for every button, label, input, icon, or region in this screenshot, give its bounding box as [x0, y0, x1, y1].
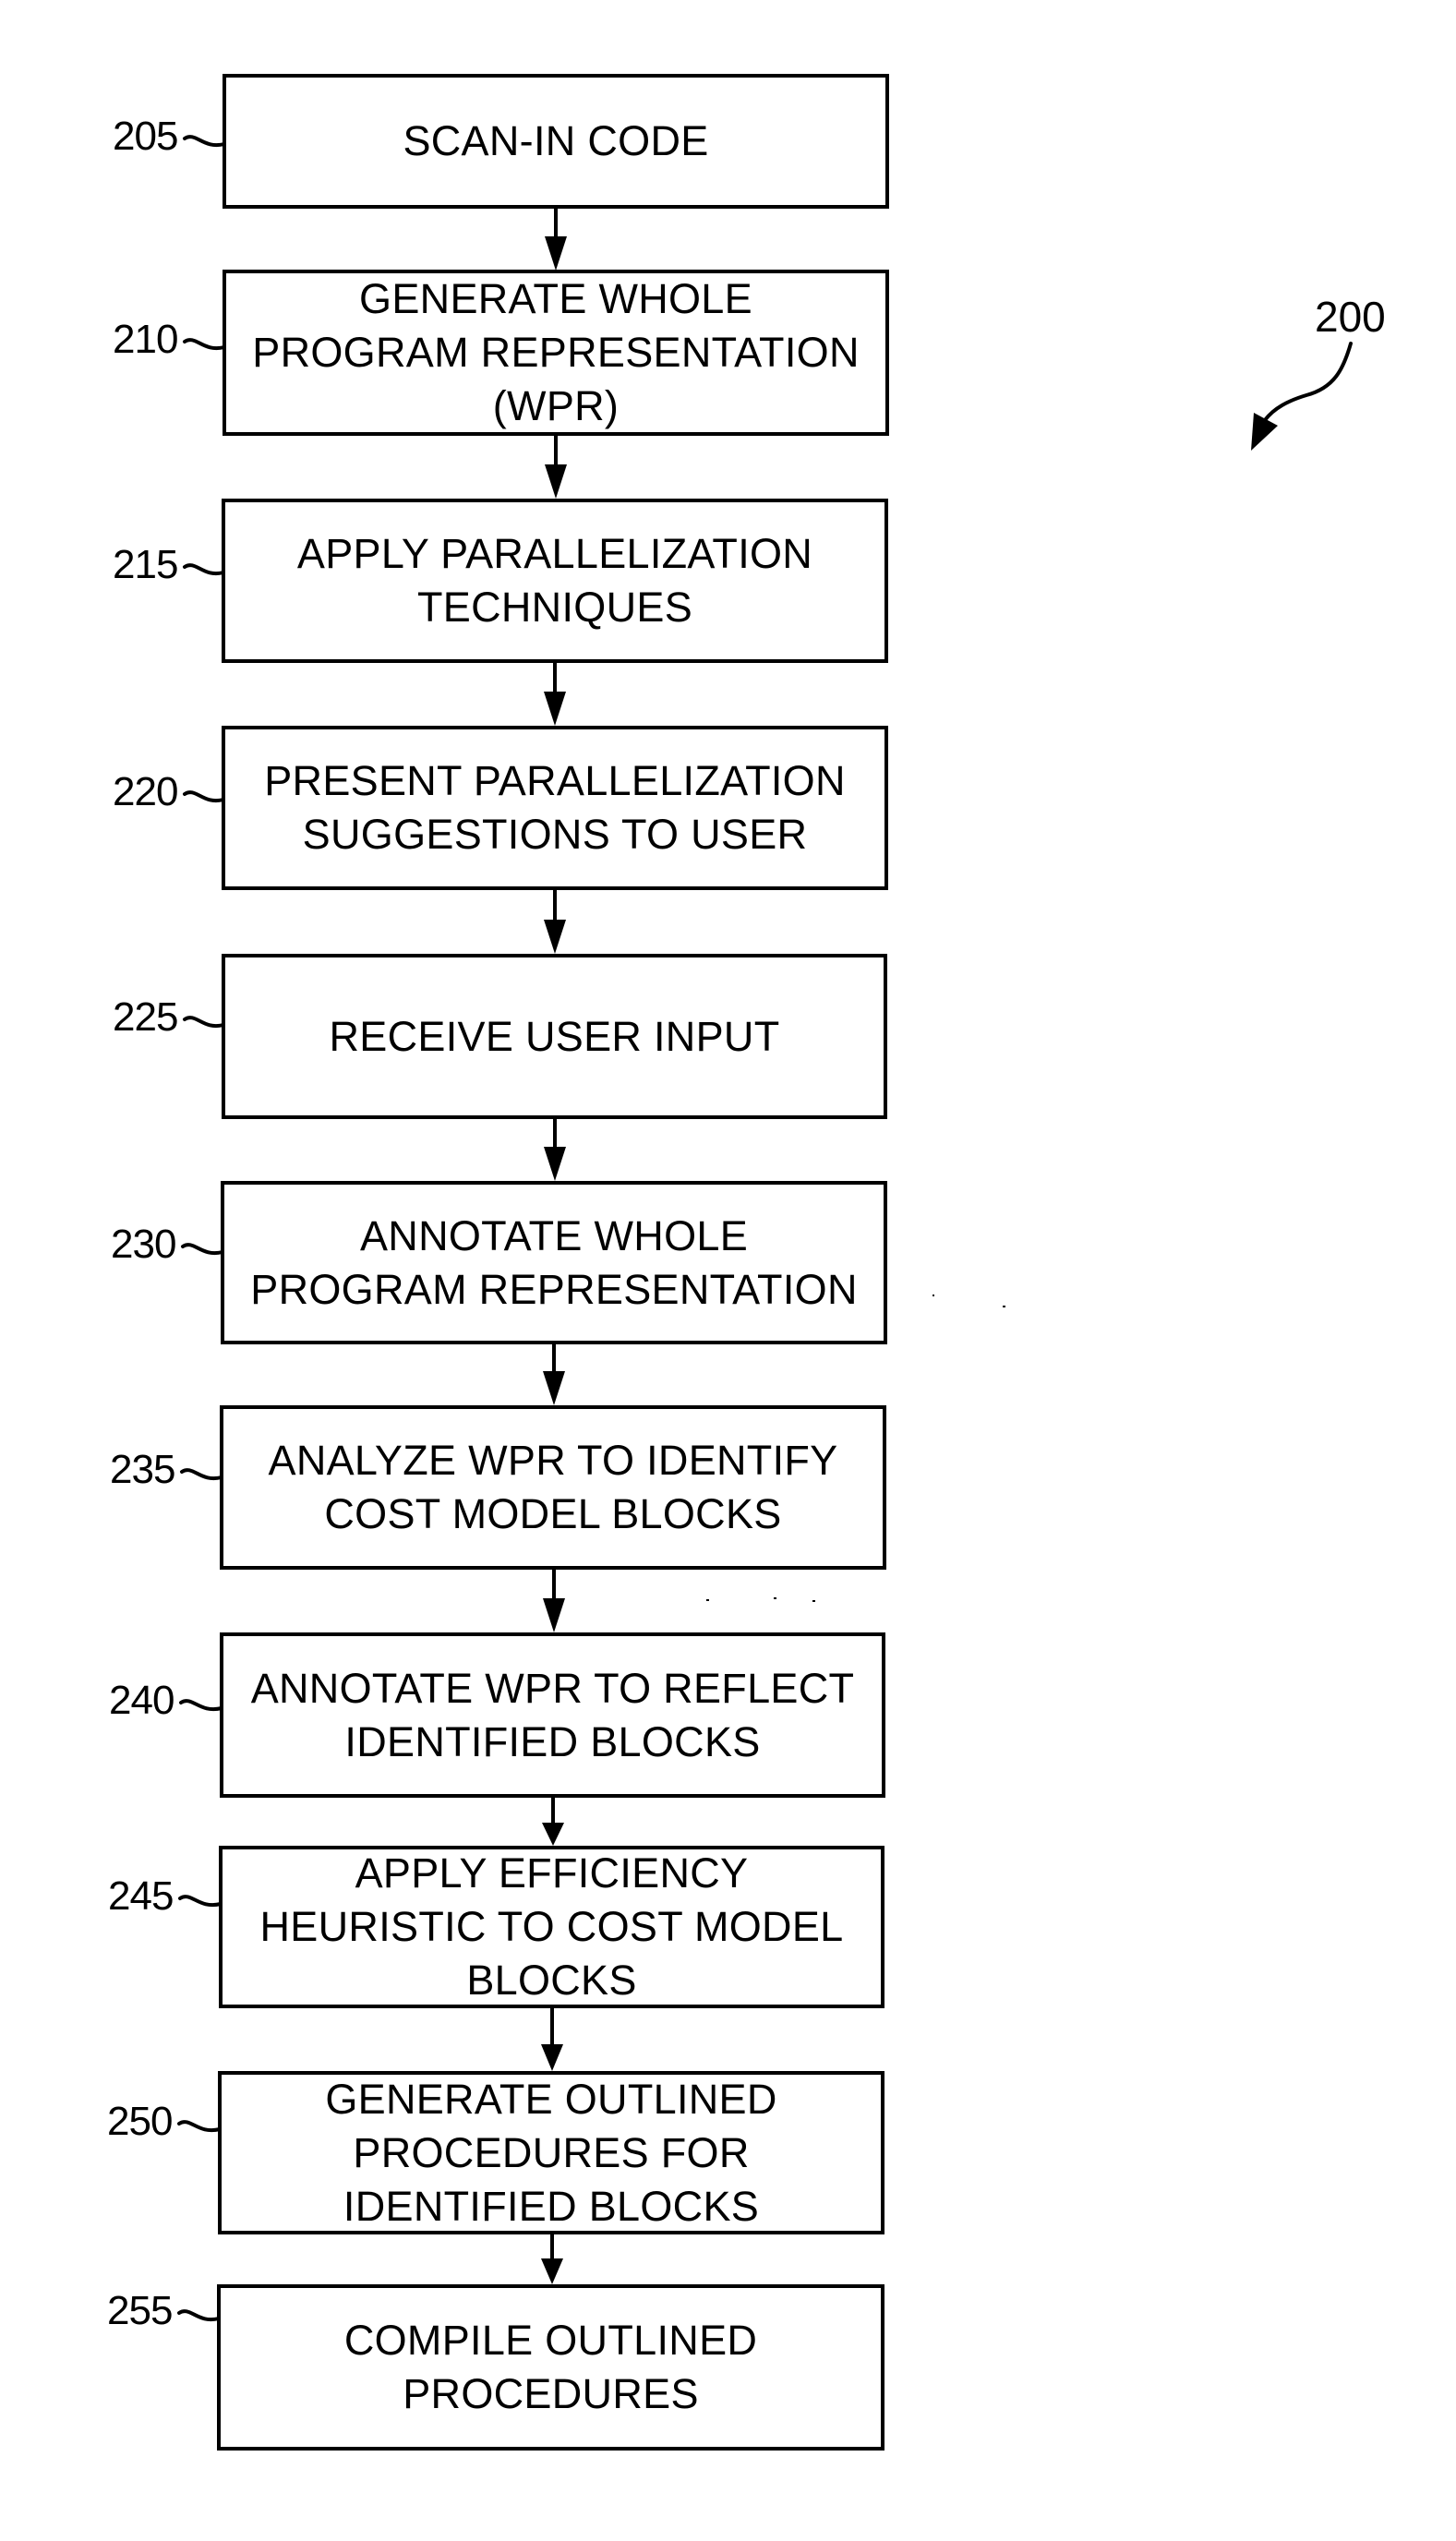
arrow-head-235-240 — [543, 1598, 565, 1632]
step-text: PROGRAM REPRESENTATION — [252, 329, 860, 376]
leader-line-230 — [181, 1243, 224, 1256]
step-ref-240: 240 — [109, 1678, 174, 1723]
leader-line-235 — [180, 1468, 223, 1481]
step-text: PROCEDURES FOR — [353, 2128, 750, 2176]
arrow-head-220-225 — [544, 920, 566, 954]
step-box-compile-outlined-procedures: COMPILE OUTLINED PROCEDURES — [217, 2284, 884, 2451]
step-text: RECEIVE USER INPUT — [329, 1012, 780, 1060]
arrow-head-245-250 — [541, 2044, 563, 2071]
step-box-receive-user-input: RECEIVE USER INPUT — [222, 954, 887, 1119]
arrow-head-225-230 — [544, 1147, 566, 1181]
leader-line-215 — [183, 563, 225, 576]
leader-line-225 — [183, 1016, 225, 1029]
arrow-head-250-255 — [541, 2258, 563, 2284]
step-text: ANALYZE WPR TO IDENTIFY — [268, 1437, 838, 1484]
step-text: PROCEDURES — [403, 2370, 699, 2417]
arrow-head-205-210 — [545, 236, 567, 271]
scan-speck — [706, 1599, 709, 1601]
step-text: HEURISTIC TO COST MODEL — [259, 1903, 844, 1950]
scan-speck — [774, 1597, 776, 1599]
step-box-scan-in-code: SCAN-IN CODE — [223, 74, 889, 209]
scan-speck — [1003, 1306, 1005, 1307]
step-text: GENERATE WHOLE — [359, 275, 752, 322]
step-text: GENERATE OUTLINED — [325, 2075, 777, 2123]
step-ref-235: 235 — [110, 1447, 175, 1492]
figure-pointer-arrow-head — [1251, 413, 1278, 451]
arrow-head-215-220 — [544, 692, 566, 726]
scan-speck — [933, 1295, 934, 1296]
figure-pointer-curve — [1263, 342, 1353, 422]
leader-line-220 — [183, 790, 225, 803]
leader-line-255 — [177, 2309, 221, 2322]
leader-line-245 — [178, 1895, 223, 1908]
leader-line-240 — [179, 1699, 223, 1712]
step-box-annotate-wpr: ANNOTATE WHOLE PROGRAM REPRESENTATION — [221, 1181, 887, 1344]
step-text: APPLY PARALLELIZATION — [296, 530, 813, 577]
step-ref-210: 210 — [113, 317, 178, 362]
step-text: SCAN-IN CODE — [403, 117, 709, 164]
leader-line-210 — [183, 338, 226, 351]
step-box-present-suggestions: PRESENT PARALLELIZATION SUGGESTIONS TO U… — [222, 726, 888, 890]
step-ref-215: 215 — [113, 542, 178, 587]
step-box-generate-wpr: GENERATE WHOLE PROGRAM REPRESENTATION (W… — [223, 270, 889, 436]
step-text: (WPR) — [492, 382, 620, 429]
arrow-head-210-215 — [545, 464, 567, 499]
step-text: BLOCKS — [466, 1957, 637, 2004]
scan-speck — [812, 1600, 815, 1602]
leader-line-205 — [183, 135, 226, 148]
figure-reference-label: 200 — [1315, 293, 1386, 341]
step-ref-230: 230 — [111, 1222, 176, 1267]
step-text: COST MODEL BLOCKS — [324, 1490, 782, 1537]
step-ref-205: 205 — [113, 114, 178, 159]
step-text: IDENTIFIED BLOCKS — [343, 2182, 760, 2230]
step-box-analyze-wpr: ANALYZE WPR TO IDENTIFY COST MODEL BLOCK… — [220, 1405, 886, 1570]
step-text: ANNOTATE WHOLE — [359, 1211, 749, 1259]
step-text: SUGGESTIONS TO USER — [302, 811, 808, 858]
step-box-generate-outlined-procedures: GENERATE OUTLINED PROCEDURES FOR IDENTIF… — [218, 2071, 884, 2234]
step-ref-225: 225 — [113, 994, 178, 1040]
step-text: PRESENT PARALLELIZATION — [264, 757, 846, 804]
step-text: PROGRAM REPRESENTATION — [250, 1265, 858, 1313]
arrow-head-240-245 — [542, 1823, 564, 1846]
step-ref-255: 255 — [107, 2288, 173, 2333]
step-text: COMPILE OUTLINED — [343, 2317, 758, 2364]
step-box-annotate-identified-blocks: ANNOTATE WPR TO REFLECT IDENTIFIED BLOCK… — [220, 1632, 885, 1798]
step-text: APPLY EFFICIENCY — [355, 1849, 749, 1897]
step-ref-220: 220 — [113, 769, 178, 814]
step-box-apply-efficiency-heuristic: APPLY EFFICIENCY HEURISTIC TO COST MODEL… — [219, 1846, 884, 2008]
leader-line-250 — [177, 2120, 222, 2133]
step-ref-250: 250 — [107, 2099, 173, 2144]
step-ref-245: 245 — [108, 1873, 174, 1919]
arrow-head-230-235 — [543, 1371, 565, 1405]
step-text: ANNOTATE WPR TO REFLECT — [250, 1664, 855, 1712]
step-text: TECHNIQUES — [416, 584, 693, 631]
step-box-apply-parallelization: APPLY PARALLELIZATION TECHNIQUES — [222, 499, 888, 663]
step-text: IDENTIFIED BLOCKS — [344, 1717, 761, 1765]
